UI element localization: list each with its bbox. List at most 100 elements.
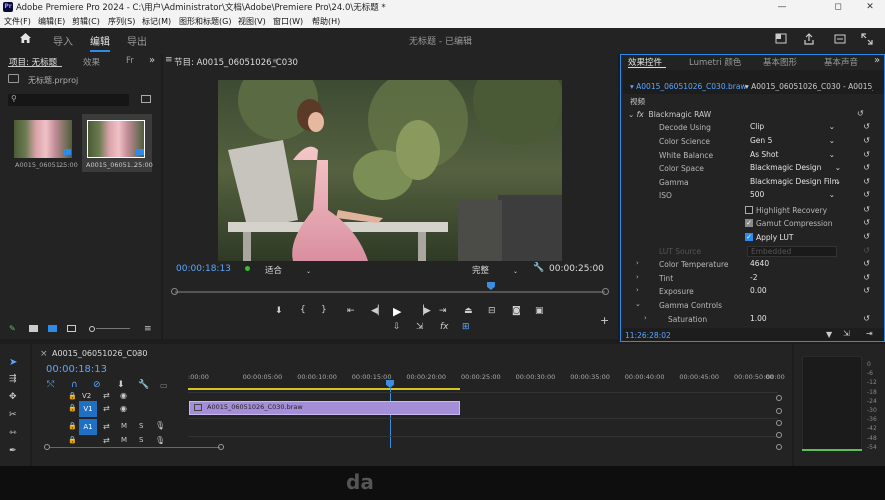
v-scroll-handle[interactable] [776,395,782,401]
menu-file[interactable]: 文件(F) [4,16,31,27]
iso-dropdown[interactable]: 500 ⌄ [747,190,837,201]
compare-icon[interactable]: ▣ [535,306,544,316]
menu-icon[interactable]: ≡ [144,324,152,334]
v-scroll-handle[interactable] [776,420,782,426]
monitor-tab-menu-icon[interactable]: ≡ [272,56,279,65]
fit-dropdown[interactable]: 适合 ⌄ [265,264,311,276]
menu-graphics[interactable]: 图形和标题(G) [179,16,231,27]
home-icon[interactable] [19,32,32,47]
lock-icon[interactable]: 🔒 [68,392,77,400]
sync-lock-icon[interactable]: ⇄ [103,436,110,444]
h-scroll-end-handle[interactable] [218,444,224,450]
fx-icon[interactable]: fx [440,322,449,332]
freeform-view-icon[interactable] [67,325,76,332]
snap-icon[interactable]: ∩ [71,380,78,390]
collapse-icon[interactable]: ⌄ [635,300,641,308]
menu-clip[interactable]: 剪辑(C) [72,16,100,27]
v-scroll-handle[interactable] [776,408,782,414]
h-scrollbar[interactable] [50,447,220,448]
step-forward-icon[interactable]: ▕▶ [417,306,431,316]
menu-edit[interactable]: 编辑(E) [38,16,65,27]
tab-edit[interactable]: 编辑 [90,33,110,52]
sequence-menu-icon[interactable]: ≡ [136,349,143,358]
reset-fx-icon[interactable]: ↺ [857,109,864,118]
project-clip-1[interactable]: A0015_06051... 25:00 [11,116,78,174]
reset-icon[interactable]: ↺ [863,122,870,131]
quick-export-icon[interactable] [834,33,846,48]
play-button[interactable]: ▶ [393,305,401,318]
eye-icon[interactable]: ◉ [120,404,127,413]
menu-help[interactable]: 帮助(H) [312,16,340,27]
microphone-icon[interactable]: 🎙 [155,421,165,430]
nest-icon[interactable]: ⤲ [47,380,54,390]
reset-icon[interactable]: ↺ [863,273,870,282]
track-target-v1[interactable]: V1 [79,401,97,417]
mute-button[interactable]: M [121,422,127,430]
sequence-clip-label[interactable]: ▾ A0015_06051026_C030 - A0015_06051... [745,82,873,91]
scrub-start-handle[interactable] [171,288,178,295]
go-to-in-icon[interactable]: ⇤ [347,306,355,316]
source-clip-label[interactable]: ▾ A0015_06051026_C030.braw [630,82,747,91]
mark-out-icon[interactable]: } [321,305,327,315]
close-button[interactable]: ✕ [855,0,885,14]
tab-fr[interactable]: Fr [126,56,134,66]
tab-essential-sound[interactable]: 基本声音 [824,56,858,68]
lift-icon[interactable]: ⏏ [464,306,473,316]
add-marker-icon[interactable]: ⬇ [117,380,125,390]
filter-icon[interactable]: ▼ [826,330,832,339]
selection-tool-icon[interactable]: ➤ [9,357,17,368]
highlight-recovery-checkbox[interactable] [745,206,753,214]
color-science-dropdown[interactable]: Gen 5 ⌄ [747,136,837,147]
tab-lumetri[interactable]: Lumetri 颜色 [689,56,741,68]
export-frame-icon[interactable]: ⇲ [843,329,850,338]
sync-lock-icon[interactable]: ⇄ [103,422,110,431]
tab-effects[interactable]: 效果 [83,56,100,68]
tab-import[interactable]: 导入 [53,33,73,48]
list-view-icon[interactable] [29,325,38,332]
color-temp-value[interactable]: 4640 [747,259,837,270]
v-scroll-handle[interactable] [776,432,782,438]
reset-icon[interactable]: ↺ [863,150,870,159]
expand-icon[interactable]: › [644,314,647,322]
monitor-menu-icon[interactable]: ≡ [165,55,173,65]
insert-icon[interactable]: ⇩ [393,322,401,332]
reset-icon[interactable]: ↺ [863,232,870,241]
program-timecode[interactable]: 00:00:18:13 [176,264,231,274]
pen-tool-icon[interactable]: ✒ [9,446,17,456]
fx-header[interactable]: ⌄ fx Blackmagic RAW [628,110,711,119]
minimize-button[interactable]: — [767,0,797,14]
multicam-icon[interactable]: ⊞ [462,322,470,332]
reset-icon[interactable]: ↺ [863,177,870,186]
eye-icon[interactable]: ◉ [120,391,127,400]
menu-view[interactable]: 视图(V) [238,16,266,27]
menu-window[interactable]: 窗口(W) [273,16,303,27]
new-bin-icon[interactable] [141,95,151,103]
sequence-tab[interactable]: A0015_06051026_C030 [52,349,147,358]
v-scroll-handle[interactable] [776,444,782,450]
program-scrub-bar[interactable] [175,291,605,293]
sync-lock-icon[interactable]: ⇄ [103,391,110,400]
microphone-icon[interactable]: 🎙 [155,436,165,444]
lock-icon[interactable]: 🔒 [68,404,77,412]
pencil-icon[interactable]: ✎ [9,324,17,333]
timeline-timecode[interactable]: 00:00:18:13 [46,364,107,375]
chevron-more-icon[interactable]: » [874,55,880,66]
timeline-settings-icon[interactable]: 🔧 [138,380,149,390]
sync-lock-icon[interactable]: ⇄ [103,404,110,413]
lock-icon[interactable]: 🔒 [68,436,77,444]
solo-button[interactable]: S [139,436,143,444]
tab-essential-graphics[interactable]: 基本图形 [763,56,797,68]
time-ruler[interactable]: :00:00 00:00:05:00 00:00:10:00 00:00:15:00 0… [188,370,785,390]
reset-icon[interactable]: ↺ [863,136,870,145]
menu-marker[interactable]: 标记(M) [142,16,171,27]
reset-icon[interactable]: ↺ [863,205,870,214]
mute-button[interactable]: M [121,436,127,444]
quality-dropdown[interactable]: 完整 ⌄ [472,264,518,276]
track-target-a1[interactable]: A1 [79,419,97,435]
camera-icon[interactable]: ◙ [512,306,521,316]
solo-button[interactable]: S [139,422,143,430]
go-to-out-icon[interactable]: ⇥ [439,306,447,316]
expand-icon[interactable]: › [636,259,639,267]
captions-icon[interactable]: ▭ [160,381,168,390]
mark-in-icon[interactable]: { [300,305,306,315]
